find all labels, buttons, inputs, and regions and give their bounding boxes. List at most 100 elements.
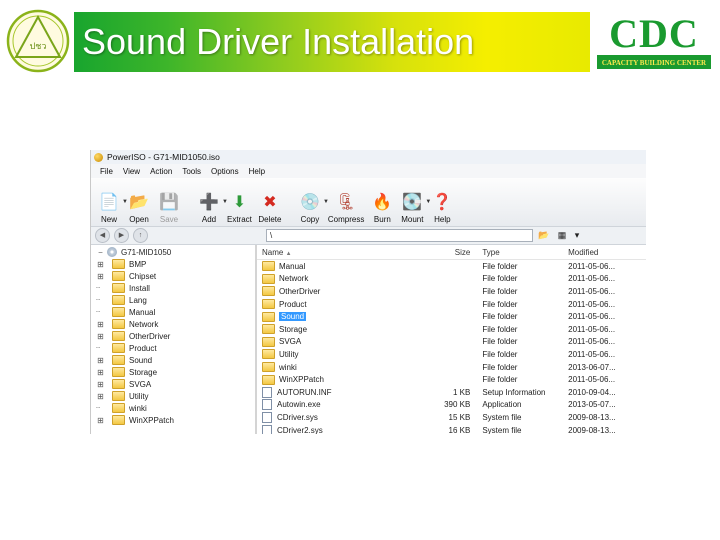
- expand-icon[interactable]: ⊞: [96, 392, 105, 401]
- file-name-cell: Autowin.exe: [257, 399, 428, 411]
- save-disk-icon: 💾: [159, 194, 179, 211]
- file-name-cell: AUTORUN.INF: [257, 386, 428, 398]
- menu-item-view[interactable]: View: [118, 167, 145, 176]
- tree-item-label: BMP: [129, 259, 147, 269]
- expand-icon[interactable]: ⊞: [96, 380, 105, 389]
- file-name: Network: [279, 274, 309, 284]
- file-type: File folder: [482, 337, 518, 347]
- toolbar-label: New: [100, 215, 117, 224]
- file-row[interactable]: CDriver2.sys 16 KB System file 2009-08-13..…: [257, 424, 646, 434]
- tree-item-storage[interactable]: ⊞ Storage: [91, 366, 255, 378]
- file-name-cell: Network: [257, 273, 428, 284]
- file-row[interactable]: Network File folder 2011-05-06...: [257, 273, 646, 286]
- toolbar-button-burn[interactable]: 🔥 Burn: [370, 191, 394, 224]
- file-type: File folder: [482, 286, 518, 296]
- tree-item-sound[interactable]: ⊞ Sound: [91, 354, 255, 366]
- file-row[interactable]: Utility File folder 2011-05-06...: [257, 348, 646, 361]
- toolbar-button-compress[interactable]: 🗜 Compress: [328, 191, 364, 224]
- column-size[interactable]: Size: [428, 248, 477, 257]
- expand-icon[interactable]: ⊞: [96, 368, 105, 377]
- file-name: WinXPPatch: [279, 375, 324, 385]
- tree-item-utility[interactable]: ⊞ Utility: [91, 390, 255, 402]
- burn-disc-icon: 🔥: [372, 194, 393, 211]
- collapse-icon[interactable]: −: [96, 248, 105, 257]
- file-row[interactable]: WinXPPatch File folder 2011-05-06...: [257, 373, 646, 386]
- back-icon[interactable]: ◀: [95, 228, 110, 243]
- file-name: AUTORUN.INF: [277, 387, 332, 397]
- tree-connector: ┄: [96, 405, 101, 412]
- tree-item-product[interactable]: ┄ Product: [91, 342, 255, 354]
- file-name-cell: Manual: [257, 261, 428, 272]
- toolbar-button-new[interactable]: 📄 New ▼: [97, 191, 128, 224]
- file-list-header: Name ▲ Size Type Modified: [257, 245, 646, 260]
- folder-icon: [112, 415, 125, 425]
- file-modified: 2011-05-06...: [568, 286, 616, 296]
- toolbar-button-copy[interactable]: 💿 Copy ▼: [298, 191, 329, 224]
- tree-item-lang[interactable]: ┄ Lang: [91, 294, 255, 306]
- tree-item-winxppatch[interactable]: ⊞ WinXPPatch: [91, 414, 255, 426]
- menu-item-action[interactable]: Action: [145, 167, 177, 176]
- file-type: File folder: [482, 324, 518, 334]
- expand-icon[interactable]: ⊞: [96, 272, 105, 281]
- browse-folder-icon[interactable]: 📂: [537, 229, 551, 242]
- file-row[interactable]: Product File folder 2011-05-06...: [257, 298, 646, 311]
- file-modified: 2011-05-06...: [568, 312, 616, 322]
- file-row[interactable]: CDriver.sys 15 KB System file 2009-08-13...: [257, 411, 646, 424]
- extract-arrow-icon: ⬇: [232, 194, 247, 211]
- file-name: OtherDriver: [279, 286, 321, 296]
- expand-icon[interactable]: ⊞: [96, 416, 105, 425]
- forward-icon[interactable]: ▶: [114, 228, 129, 243]
- toolbar-button-mount[interactable]: 💽 Mount ▼: [400, 191, 431, 224]
- menu-item-file[interactable]: File: [95, 167, 118, 176]
- menu-item-tools[interactable]: Tools: [177, 167, 206, 176]
- folder-icon: [112, 403, 125, 413]
- file-row[interactable]: AUTORUN.INF 1 KB Setup Information 2010-09-…: [257, 386, 646, 399]
- file-row[interactable]: Sound File folder 2011-05-06...: [257, 310, 646, 323]
- file-row[interactable]: Storage File folder 2011-05-06...: [257, 323, 646, 336]
- file-row[interactable]: Manual File folder 2011-05-06...: [257, 260, 646, 273]
- toolbar-label: Burn: [373, 215, 391, 224]
- tree-item-svga[interactable]: ⊞ SVGA: [91, 378, 255, 390]
- tree-item-otherdriver[interactable]: ⊞ OtherDriver: [91, 330, 255, 342]
- column-modified[interactable]: Modified: [564, 248, 646, 257]
- toolbar-button-delete[interactable]: ✖ Delete: [258, 191, 282, 224]
- expand-icon[interactable]: ⊞: [96, 332, 105, 341]
- tree-item-install[interactable]: ┄ Install: [91, 282, 255, 294]
- file-name: Sound: [279, 312, 307, 322]
- toolbar-button-extract[interactable]: ⬇ Extract: [227, 191, 252, 224]
- file-row[interactable]: OtherDriver File folder 2011-05-06...: [257, 285, 646, 298]
- view-mode-dropdown-icon[interactable]: ▾: [573, 229, 581, 242]
- tree-item-winki[interactable]: ┄ winki: [91, 402, 255, 414]
- file-row[interactable]: winki File folder 2013-06-07...: [257, 361, 646, 374]
- toolbar-button-help[interactable]: ❓ Help: [430, 191, 454, 224]
- copy-disc-icon: 💿: [299, 194, 320, 211]
- file-name: Manual: [279, 261, 306, 271]
- expand-icon[interactable]: ⊞: [96, 260, 105, 269]
- expand-icon[interactable]: ⊞: [96, 356, 105, 365]
- up-folder-icon[interactable]: ↑: [133, 228, 148, 243]
- toolbar-button-open[interactable]: 📂 Open: [127, 191, 151, 224]
- file-name-cell: WinXPPatch: [257, 374, 428, 385]
- delete-x-icon: ✖: [263, 194, 277, 211]
- menu-item-help[interactable]: Help: [244, 167, 270, 176]
- path-input[interactable]: \: [266, 229, 533, 242]
- tree-item-network[interactable]: ⊞ Network: [91, 318, 255, 330]
- view-mode-icon[interactable]: ▦: [555, 229, 569, 242]
- tree-item-chipset[interactable]: ⊞ Chipset: [91, 270, 255, 282]
- tree-root[interactable]: − G71-MID1050: [91, 246, 255, 258]
- file-modified: 2011-05-06...: [568, 375, 616, 385]
- menu-item-options[interactable]: Options: [206, 167, 244, 176]
- folder-icon: [262, 311, 275, 322]
- toolbar-button-add[interactable]: ➕ Add ▼: [197, 191, 228, 224]
- file-row[interactable]: Autowin.exe 390 KB Application 2013-05-07..…: [257, 399, 646, 412]
- tree-item-manual[interactable]: ┄ Manual: [91, 306, 255, 318]
- folder-icon: [112, 379, 125, 389]
- file-type: System file: [482, 412, 522, 422]
- file-type: File folder: [482, 312, 518, 322]
- expand-icon[interactable]: ⊞: [96, 320, 105, 329]
- column-name[interactable]: Name ▲: [257, 248, 428, 257]
- tree-item-bmp[interactable]: ⊞ BMP: [91, 258, 255, 270]
- column-type[interactable]: Type: [476, 248, 564, 257]
- folder-icon: [112, 355, 125, 365]
- file-row[interactable]: SVGA File folder 2011-05-06...: [257, 336, 646, 349]
